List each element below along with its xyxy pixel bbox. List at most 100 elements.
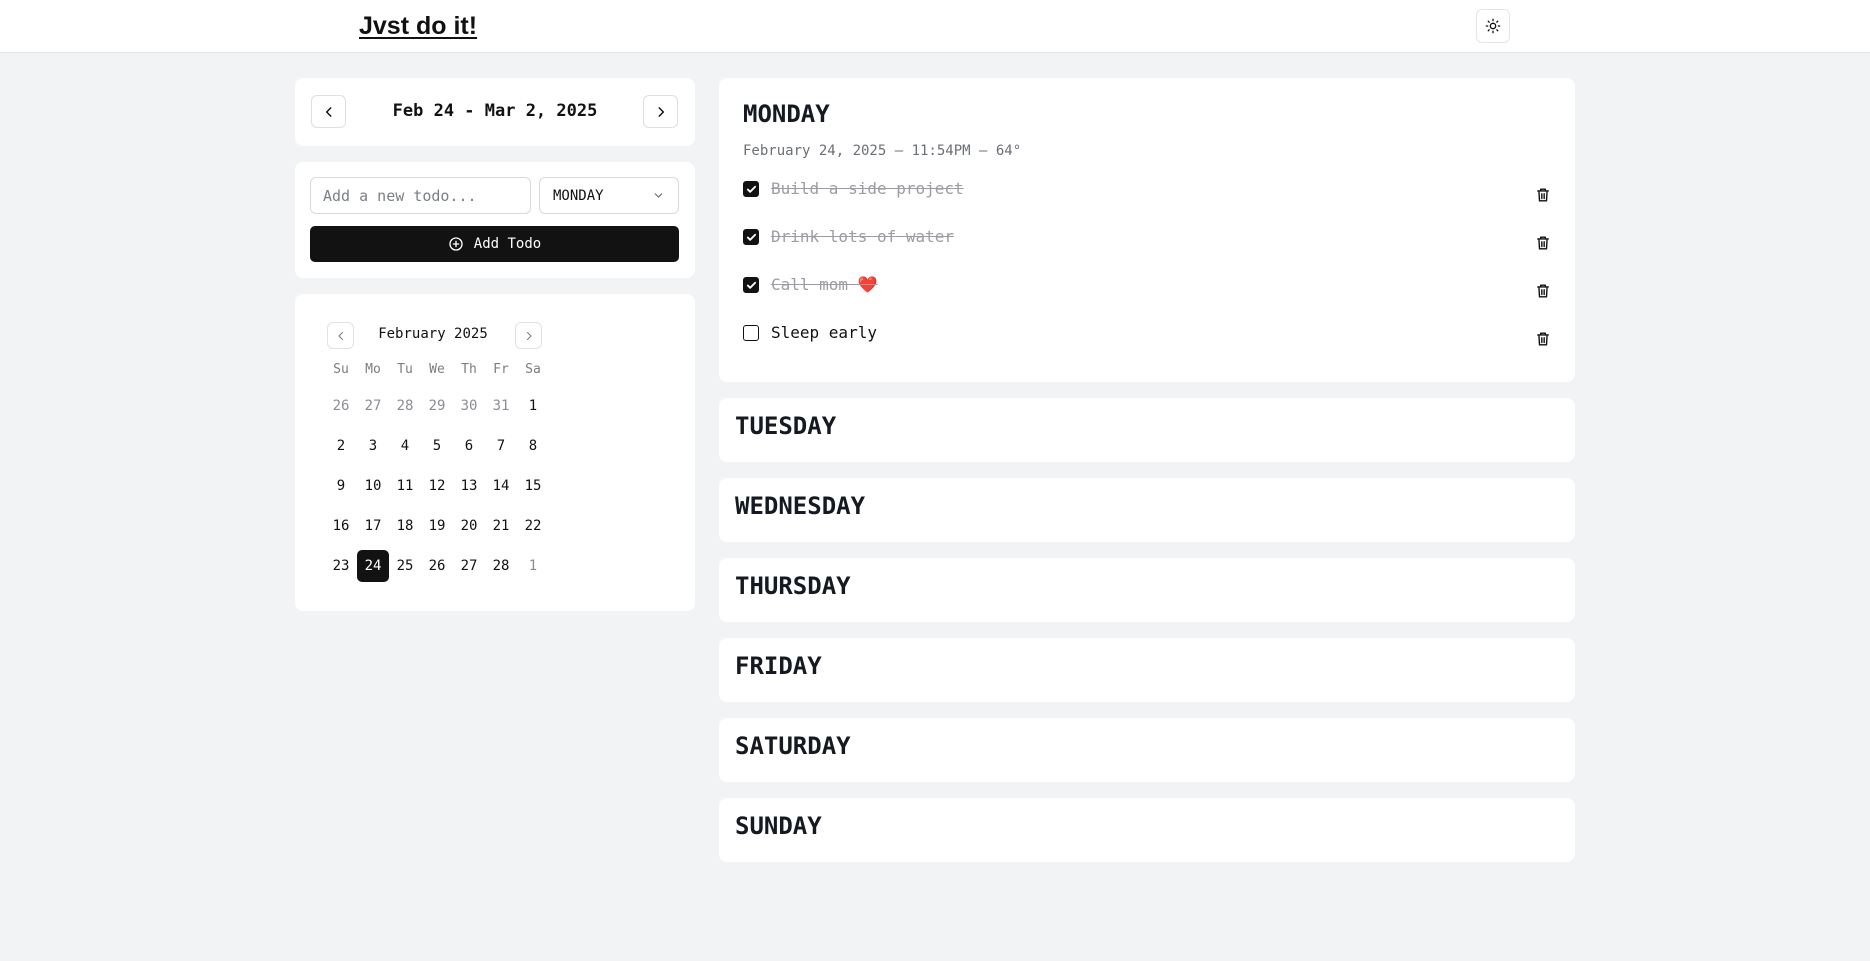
todo-checkbox[interactable] <box>743 229 759 245</box>
calendar-day[interactable]: 16 <box>325 510 357 542</box>
calendar-day[interactable]: 6 <box>453 430 485 462</box>
todo-checkbox[interactable] <box>743 325 759 341</box>
calendar-day[interactable]: 13 <box>453 470 485 502</box>
day-card-tuesday[interactable]: TUESDAY <box>719 398 1575 462</box>
calendar-day[interactable]: 27 <box>357 390 389 422</box>
day-card-monday: MONDAY February 24, 2025 — 11:54PM — 64°… <box>719 78 1575 382</box>
day-card-sunday[interactable]: SUNDAY <box>719 798 1575 862</box>
week-nav-card: Feb 24 - Mar 2, 2025 <box>295 78 695 146</box>
calendar-day[interactable]: 1 <box>517 390 549 422</box>
calendar-day[interactable]: 26 <box>325 390 357 422</box>
calendar-day[interactable]: 25 <box>389 550 421 582</box>
weekday-label: Mo <box>365 362 381 377</box>
todo-text: Drink lots of water <box>771 227 955 246</box>
calendar-day[interactable]: 7 <box>485 430 517 462</box>
calendar-day[interactable]: 5 <box>421 430 453 462</box>
chevron-left-icon <box>338 331 343 340</box>
day-card-friday[interactable]: FRIDAY <box>719 638 1575 702</box>
calendar-day[interactable]: 11 <box>389 470 421 502</box>
calendar-day[interactable]: 29 <box>421 390 453 422</box>
delete-todo-button[interactable] <box>1535 234 1551 252</box>
calendar-day[interactable]: 26 <box>421 550 453 582</box>
day-card-saturday[interactable]: SATURDAY <box>719 718 1575 782</box>
day-select[interactable]: MONDAY <box>539 177 679 214</box>
calendar-day[interactable]: 20 <box>453 510 485 542</box>
day-title: THURSDAY <box>735 572 851 600</box>
day-card-thursday[interactable]: THURSDAY <box>719 558 1575 622</box>
calendar-day[interactable]: 27 <box>453 550 485 582</box>
chevron-right-icon <box>658 106 664 117</box>
brand-link[interactable]: Jvst do it! <box>359 12 477 41</box>
todo-text: Sleep early <box>771 323 877 342</box>
todo-checkbox[interactable] <box>743 181 759 197</box>
calendar-day[interactable]: 4 <box>389 430 421 462</box>
todo-checkbox[interactable] <box>743 277 759 293</box>
calendar-day[interactable]: 1 <box>517 550 549 582</box>
delete-todo-button[interactable] <box>1535 186 1551 204</box>
calendar-month-label: February 2025 <box>378 326 488 342</box>
calendar-day-selected[interactable]: 24 <box>357 550 389 582</box>
calendar-card: February 2025 Su Mo Tu We Th Fr Sa 26 27… <box>295 294 695 611</box>
weekday-label: Su <box>333 362 349 377</box>
calendar-day[interactable]: 28 <box>389 390 421 422</box>
calendar-day[interactable]: 31 <box>485 390 517 422</box>
check-icon <box>746 185 756 193</box>
calendar-day[interactable]: 10 <box>357 470 389 502</box>
calendar-day[interactable]: 3 <box>357 430 389 462</box>
calendar-day[interactable]: 2 <box>325 430 357 462</box>
trash-icon <box>1537 188 1549 202</box>
check-icon <box>746 233 756 241</box>
weekday-label: Sa <box>525 362 541 377</box>
calendar-week-row: 23 24 25 26 27 28 1 <box>325 550 549 582</box>
day-title: FRIDAY <box>735 652 822 680</box>
chevron-right-icon <box>526 331 531 340</box>
calendar-day[interactable]: 19 <box>421 510 453 542</box>
add-todo-button[interactable]: Add Todo <box>310 226 679 262</box>
day-title: WEDNESDAY <box>735 492 866 520</box>
calendar-day[interactable]: 8 <box>517 430 549 462</box>
next-month-button[interactable] <box>515 322 542 349</box>
top-bar: Jvst do it! <box>0 0 1870 53</box>
todo-input[interactable] <box>310 177 531 214</box>
trash-icon <box>1537 284 1549 298</box>
todo-text: Call mom ❤️ <box>771 275 878 294</box>
todo-item: Call mom ❤️ <box>743 275 1551 307</box>
calendar-day[interactable]: 9 <box>325 470 357 502</box>
trash-icon <box>1537 332 1549 346</box>
delete-todo-button[interactable] <box>1535 282 1551 300</box>
calendar-day[interactable]: 15 <box>517 470 549 502</box>
calendar-week-row: 26 27 28 29 30 31 1 <box>325 390 549 422</box>
day-title: SATURDAY <box>735 732 851 760</box>
calendar-weekday-header: Su Mo Tu We Th Fr Sa <box>325 362 549 382</box>
calendar-day[interactable]: 23 <box>325 550 357 582</box>
next-week-button[interactable] <box>643 95 678 128</box>
prev-month-button[interactable] <box>327 322 354 349</box>
calendar-day[interactable]: 21 <box>485 510 517 542</box>
day-meta: February 24, 2025 — 11:54PM — 64° <box>743 143 1022 159</box>
weekday-label: Fr <box>493 362 509 377</box>
day-title: SUNDAY <box>735 812 822 840</box>
day-title: MONDAY <box>743 100 830 128</box>
todo-text: Build a side project <box>771 179 964 198</box>
weekday-label: Th <box>461 362 477 377</box>
day-card-wednesday[interactable]: WEDNESDAY <box>719 478 1575 542</box>
check-icon <box>746 281 756 289</box>
calendar-day[interactable]: 30 <box>453 390 485 422</box>
trash-icon <box>1537 236 1549 250</box>
theme-toggle-button[interactable] <box>1476 9 1510 43</box>
calendar-day[interactable]: 17 <box>357 510 389 542</box>
day-select-value: MONDAY <box>553 187 604 204</box>
day-title: TUESDAY <box>735 412 837 440</box>
chevron-down-icon <box>654 193 663 198</box>
calendar-day[interactable]: 28 <box>485 550 517 582</box>
calendar-day[interactable]: 12 <box>421 470 453 502</box>
sun-icon <box>1485 18 1501 34</box>
week-range-label: Feb 24 - Mar 2, 2025 <box>392 101 598 121</box>
delete-todo-button[interactable] <box>1535 330 1551 348</box>
plus-circle-icon <box>449 237 463 251</box>
todo-item: Sleep early <box>743 323 1551 355</box>
calendar-day[interactable]: 18 <box>389 510 421 542</box>
calendar-grid: Su Mo Tu We Th Fr Sa 26 27 28 29 30 31 1… <box>325 362 549 582</box>
calendar-day[interactable]: 22 <box>517 510 549 542</box>
calendar-day[interactable]: 14 <box>485 470 517 502</box>
